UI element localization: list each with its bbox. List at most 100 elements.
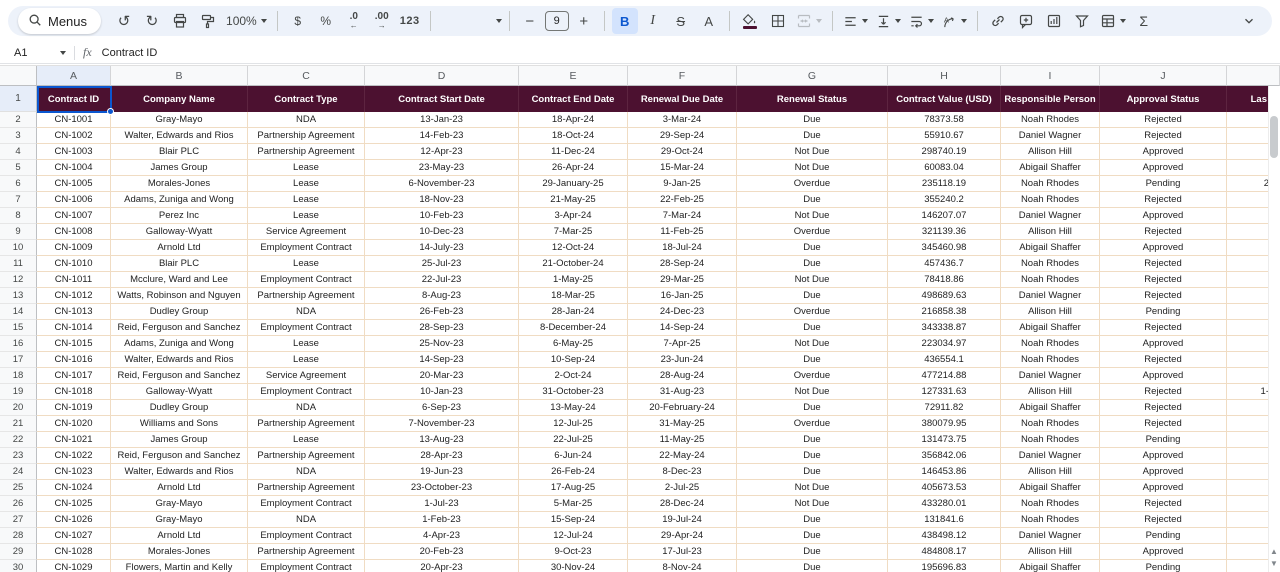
cell[interactable]: 2-Oct-24 bbox=[519, 368, 628, 384]
scroll-up-icon[interactable]: ▲ bbox=[1270, 548, 1278, 556]
row-header[interactable]: 8 bbox=[0, 208, 37, 224]
cell[interactable]: NDA bbox=[248, 112, 365, 128]
strikethrough-button[interactable]: S bbox=[668, 8, 694, 34]
cell[interactable]: 78373.58 bbox=[888, 112, 1001, 128]
cell[interactable]: Walter, Edwards and Rios bbox=[111, 464, 248, 480]
cell[interactable]: Due bbox=[737, 352, 888, 368]
row-header[interactable]: 23 bbox=[0, 448, 37, 464]
cell[interactable]: Approved bbox=[1100, 240, 1227, 256]
row-header[interactable]: 30 bbox=[0, 560, 37, 572]
cell[interactable]: Arnold Ltd bbox=[111, 240, 248, 256]
decrease-decimal-button[interactable]: .0 ← bbox=[341, 8, 367, 34]
name-box[interactable]: A1 bbox=[0, 47, 72, 59]
cell[interactable]: 10-Sep-24 bbox=[519, 352, 628, 368]
cell[interactable]: 438498.12 bbox=[888, 528, 1001, 544]
cell[interactable]: Approved bbox=[1100, 544, 1227, 560]
cell[interactable]: CN-1013 bbox=[37, 304, 111, 320]
cell[interactable]: Not Due bbox=[737, 144, 888, 160]
cell[interactable]: Allison Hill bbox=[1001, 304, 1100, 320]
cell[interactable]: Daniel Wagner bbox=[1001, 448, 1100, 464]
cell[interactable]: 1-Feb-23 bbox=[365, 512, 519, 528]
cell[interactable]: Due bbox=[737, 240, 888, 256]
column-header-C[interactable]: C bbox=[248, 66, 365, 86]
header-cell[interactable]: Contract ID bbox=[37, 86, 111, 112]
cell[interactable]: 9-Oct-23 bbox=[519, 544, 628, 560]
cell[interactable]: 23-Jun-24 bbox=[628, 352, 737, 368]
cell[interactable]: 28-Apr-23 bbox=[365, 448, 519, 464]
cell[interactable]: 12-Jul-24 bbox=[519, 528, 628, 544]
scrollbar-thumb[interactable] bbox=[1270, 116, 1278, 158]
row-header[interactable]: 3 bbox=[0, 128, 37, 144]
cell[interactable]: Noah Rhodes bbox=[1001, 256, 1100, 272]
cell[interactable]: 7-Mar-25 bbox=[519, 224, 628, 240]
cell[interactable]: Dudley Group bbox=[111, 400, 248, 416]
cell[interactable]: 4-Apr-23 bbox=[365, 528, 519, 544]
cell[interactable]: 14-Feb-23 bbox=[365, 128, 519, 144]
cell[interactable]: Abigail Shaffer bbox=[1001, 480, 1100, 496]
column-header-F[interactable]: F bbox=[628, 66, 737, 86]
cell[interactable]: 18-Nov-23 bbox=[365, 192, 519, 208]
cell[interactable]: Noah Rhodes bbox=[1001, 352, 1100, 368]
cell[interactable]: Perez Inc bbox=[111, 208, 248, 224]
functions-button[interactable]: Σ bbox=[1131, 8, 1157, 34]
cell[interactable]: Arnold Ltd bbox=[111, 480, 248, 496]
cell[interactable]: Overdue bbox=[737, 224, 888, 240]
horizontal-align-button[interactable] bbox=[840, 8, 871, 34]
cell[interactable]: Not Due bbox=[737, 160, 888, 176]
cell[interactable]: 78418.86 bbox=[888, 272, 1001, 288]
cell[interactable]: 1-Jul-23 bbox=[365, 496, 519, 512]
cell[interactable]: Lease bbox=[248, 432, 365, 448]
cell[interactable]: 18-Mar-25 bbox=[519, 288, 628, 304]
cell[interactable]: Due bbox=[737, 544, 888, 560]
cell[interactable]: 20-Feb-23 bbox=[365, 544, 519, 560]
header-cell[interactable]: Contract End Date bbox=[519, 86, 628, 112]
cell[interactable]: 7-Mar-24 bbox=[628, 208, 737, 224]
cell[interactable]: Rejected bbox=[1100, 128, 1227, 144]
cell[interactable]: Pending bbox=[1100, 528, 1227, 544]
cell[interactable]: Partnership Agreement bbox=[248, 480, 365, 496]
cell[interactable]: Due bbox=[737, 192, 888, 208]
cell[interactable]: 26-Feb-24 bbox=[519, 464, 628, 480]
cell[interactable]: Walter, Edwards and Rios bbox=[111, 352, 248, 368]
cell[interactable]: 436554.1 bbox=[888, 352, 1001, 368]
cell[interactable]: Employment Contract bbox=[248, 384, 365, 400]
cell[interactable]: 146207.07 bbox=[888, 208, 1001, 224]
header-cell[interactable]: Contract Type bbox=[248, 86, 365, 112]
cell[interactable]: 14-Sep-23 bbox=[365, 352, 519, 368]
cell[interactable]: Due bbox=[737, 528, 888, 544]
row-header[interactable]: 29 bbox=[0, 544, 37, 560]
cell[interactable]: Overdue bbox=[737, 368, 888, 384]
cell[interactable]: Noah Rhodes bbox=[1001, 496, 1100, 512]
cell[interactable]: Noah Rhodes bbox=[1001, 192, 1100, 208]
cell[interactable]: Not Due bbox=[737, 480, 888, 496]
cell[interactable]: Not Due bbox=[737, 336, 888, 352]
cell[interactable]: Due bbox=[737, 400, 888, 416]
cell[interactable]: CN-1020 bbox=[37, 416, 111, 432]
cell[interactable]: Galloway-Wyatt bbox=[111, 384, 248, 400]
cell[interactable]: Rejected bbox=[1100, 496, 1227, 512]
scroll-down-icon[interactable]: ▼ bbox=[1270, 560, 1278, 568]
cell[interactable]: 18-Apr-24 bbox=[519, 112, 628, 128]
create-filter-button[interactable] bbox=[1069, 8, 1095, 34]
cell[interactable]: CN-1009 bbox=[37, 240, 111, 256]
cell[interactable]: 19-Jul-24 bbox=[628, 512, 737, 528]
cell[interactable]: Pending bbox=[1100, 560, 1227, 572]
cell[interactable]: 23-May-23 bbox=[365, 160, 519, 176]
vertical-align-button[interactable] bbox=[873, 8, 904, 34]
cell[interactable]: 10-Dec-23 bbox=[365, 224, 519, 240]
increase-font-size-button[interactable]: + bbox=[571, 8, 597, 34]
cell[interactable]: 8-December-24 bbox=[519, 320, 628, 336]
row-header[interactable]: 21 bbox=[0, 416, 37, 432]
row-header[interactable]: 14 bbox=[0, 304, 37, 320]
cell[interactable]: CN-1023 bbox=[37, 464, 111, 480]
cell[interactable]: CN-1003 bbox=[37, 144, 111, 160]
cell[interactable]: Flowers, Martin and Kelly bbox=[111, 560, 248, 572]
text-rotation-button[interactable]: A bbox=[939, 8, 970, 34]
cell[interactable]: 16-Jan-25 bbox=[628, 288, 737, 304]
cell[interactable]: 15-Mar-24 bbox=[628, 160, 737, 176]
text-wrap-button[interactable] bbox=[906, 8, 937, 34]
cell[interactable]: Due bbox=[737, 320, 888, 336]
increase-decimal-button[interactable]: .00 → bbox=[369, 8, 395, 34]
cell[interactable]: Allison Hill bbox=[1001, 144, 1100, 160]
cell[interactable]: 484808.17 bbox=[888, 544, 1001, 560]
